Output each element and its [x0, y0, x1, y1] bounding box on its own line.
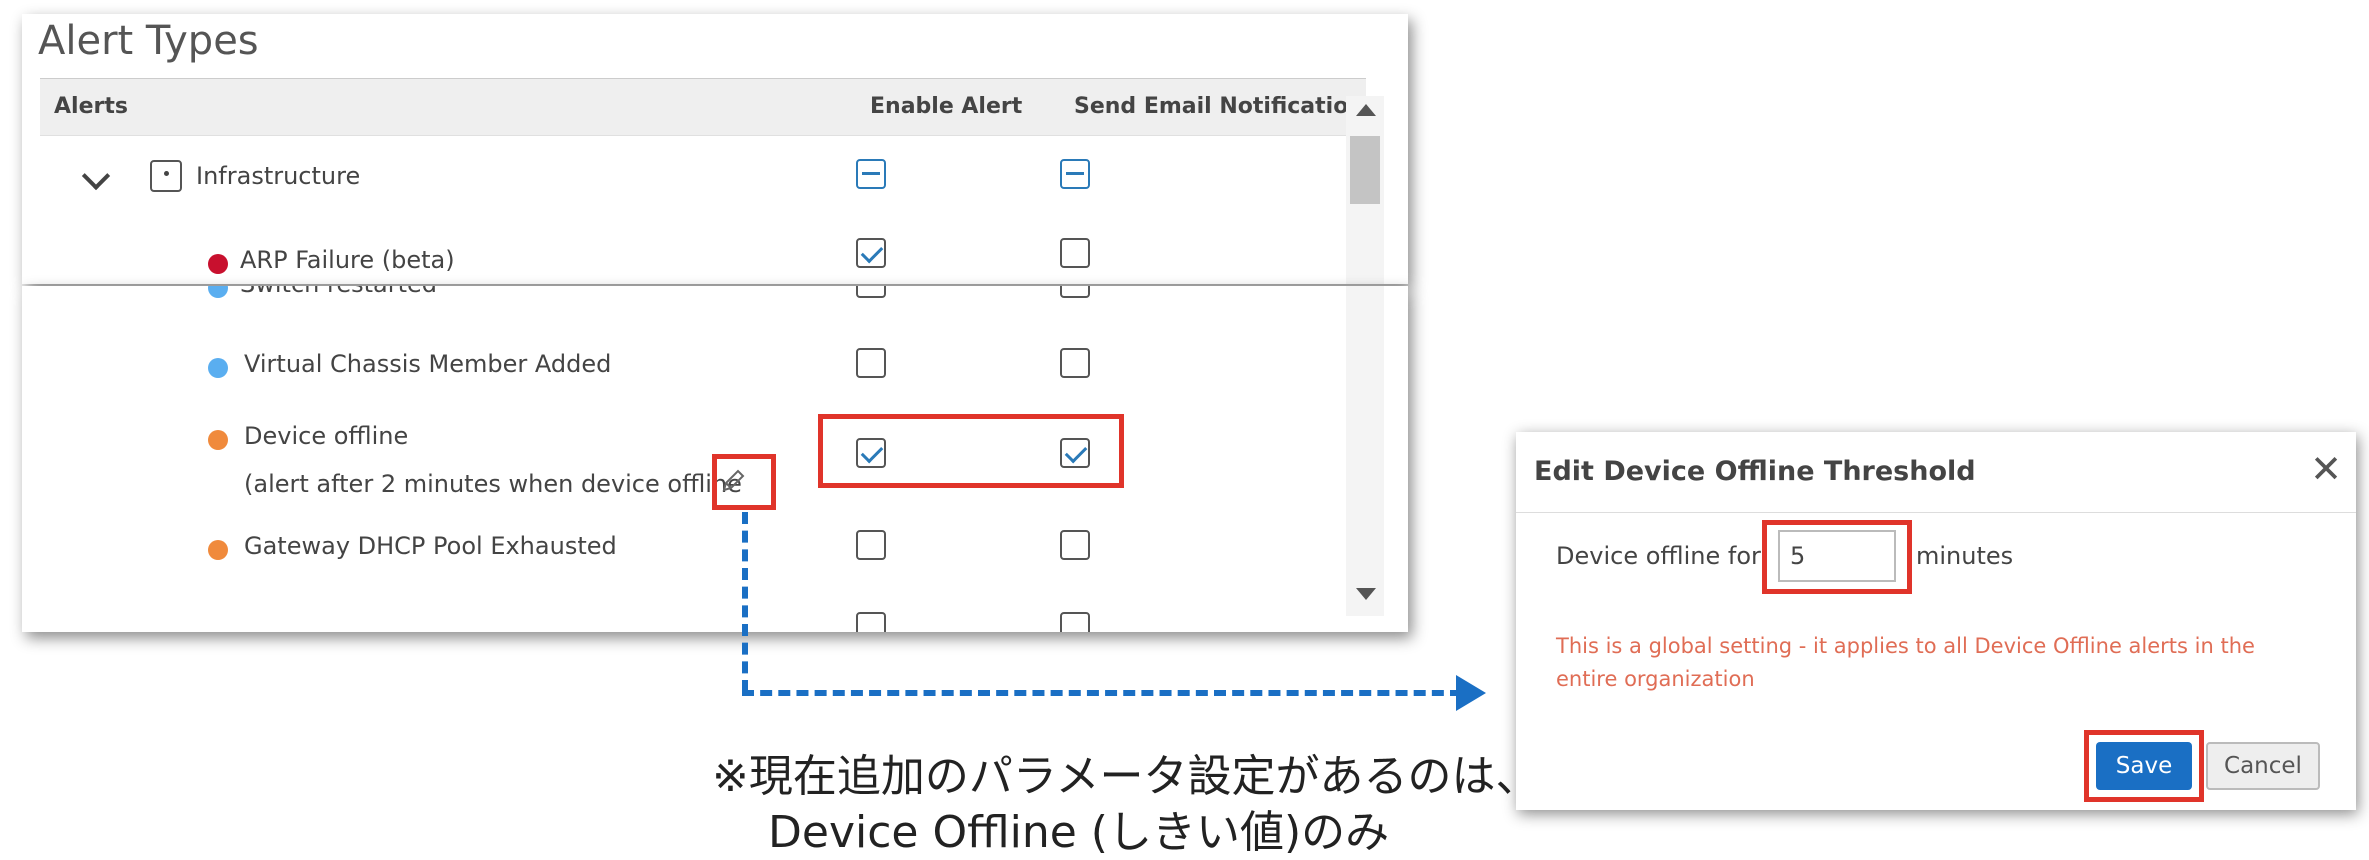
next-row-email-checkbox[interactable]	[1060, 612, 1090, 632]
alert-sublabel-device-offline: (alert after 2 minutes when device offli…	[244, 470, 742, 498]
highlight-save-button	[2084, 730, 2204, 802]
switch-restarted-email-checkbox[interactable]	[1060, 286, 1090, 298]
edit-threshold-dialog: Edit Device Offline Threshold ✕ Device o…	[1516, 432, 2356, 810]
column-header-enable-alert: Enable Alert	[870, 94, 1023, 119]
minutes-label: minutes	[1916, 542, 2014, 570]
next-row-enable-checkbox[interactable]	[856, 612, 886, 632]
arp-failure-enable-checkbox[interactable]	[856, 238, 886, 268]
alert-label-arp-failure: ARP Failure (beta)	[240, 246, 455, 274]
alert-label-switch-restarted: Switch restarted	[240, 286, 437, 298]
connector-line-vertical	[742, 512, 748, 692]
scrollbar-lower[interactable]	[1346, 286, 1384, 616]
arrow-right-icon	[1456, 675, 1486, 711]
severity-dot-info	[208, 286, 228, 298]
cancel-button[interactable]: Cancel	[2206, 742, 2320, 790]
column-header-send-email: Send Email Notification	[1074, 94, 1364, 119]
dhcp-pool-enable-checkbox[interactable]	[856, 530, 886, 560]
table-header: Alerts Enable Alert Send Email Notificat…	[40, 78, 1366, 136]
alert-label-vc-member-added: Virtual Chassis Member Added	[244, 350, 612, 378]
page-title: Alert Types	[38, 18, 259, 64]
severity-dot-warning	[208, 430, 228, 450]
connector-line-horizontal	[742, 690, 1462, 696]
note-line-1: ※現在追加のパラメータ設定があるのは、	[712, 751, 1540, 802]
alert-label-device-offline: Device offline	[244, 422, 409, 450]
alert-types-panel-top: Alert Types Alerts Enable Alert Send Ema…	[22, 14, 1408, 284]
dialog-header: Edit Device Offline Threshold ✕	[1516, 432, 2356, 513]
dhcp-pool-email-checkbox[interactable]	[1060, 530, 1090, 560]
severity-dot-warning	[208, 540, 228, 560]
dialog-title: Edit Device Offline Threshold	[1534, 456, 1976, 487]
highlight-threshold-input	[1762, 520, 1912, 594]
column-header-alerts: Alerts	[54, 94, 128, 119]
alert-label-dhcp-pool-exhausted: Gateway DHCP Pool Exhausted	[244, 532, 617, 560]
note-line-2: Device Offline (しきい値)のみ	[768, 807, 1390, 858]
highlight-edit-icon	[712, 454, 776, 510]
severity-dot-critical	[208, 254, 228, 274]
scrollbar-thumb[interactable]	[1350, 136, 1380, 204]
chevron-down-icon[interactable]	[81, 161, 111, 191]
scroll-down-arrow-icon[interactable]	[1356, 588, 1376, 600]
severity-dot-info	[208, 358, 228, 378]
vc-member-added-enable-checkbox[interactable]	[856, 348, 886, 378]
global-setting-warning: This is a global setting - it applies to…	[1556, 634, 2255, 691]
switch-restarted-enable-checkbox[interactable]	[856, 286, 886, 298]
vc-member-added-email-checkbox[interactable]	[1060, 348, 1090, 378]
group-icon	[150, 160, 182, 192]
group-enable-checkbox[interactable]	[856, 159, 886, 189]
group-label: Infrastructure	[196, 162, 361, 190]
group-email-checkbox[interactable]	[1060, 159, 1090, 189]
arp-failure-email-checkbox[interactable]	[1060, 238, 1090, 268]
scroll-up-arrow-icon[interactable]	[1356, 104, 1376, 116]
offline-for-label: Device offline for	[1556, 542, 1761, 570]
highlight-checkboxes	[818, 414, 1124, 488]
close-icon[interactable]: ✕	[2310, 448, 2342, 492]
